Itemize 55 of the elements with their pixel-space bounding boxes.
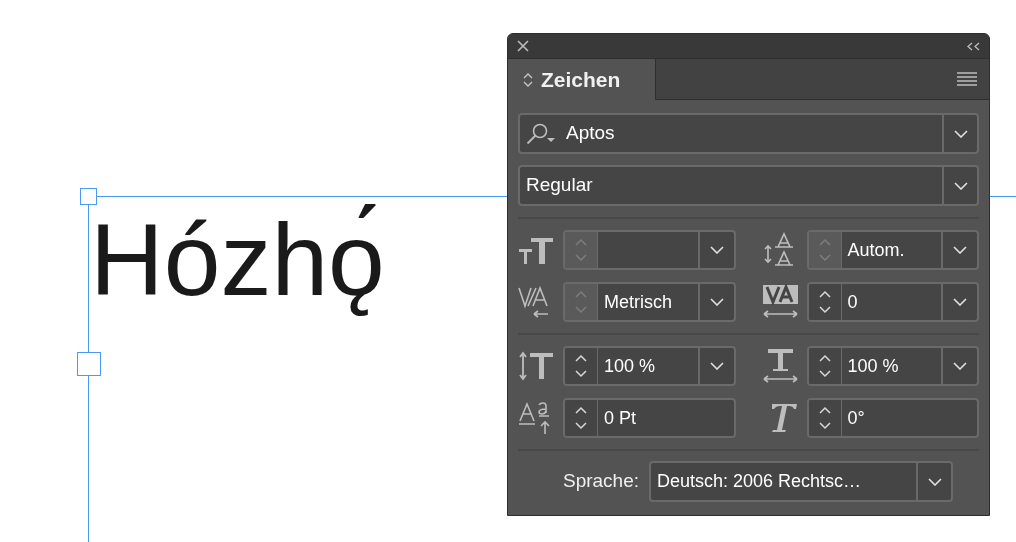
font-size-icon [518,235,555,265]
field-value: Aptos [566,121,615,146]
stepper-arrows-icon [574,405,588,431]
chevron-down-icon [709,246,724,254]
expand-collapse-icon [523,71,533,88]
menu-icon[interactable] [957,72,977,86]
tracking-icon [761,284,799,320]
font-family-dropdown[interactable]: Aptos [518,113,979,154]
field-value: Metrisch [604,290,672,314]
stepper-arrows-icon [574,353,588,379]
vertical-scale-icon [518,350,555,382]
search-icon [526,122,556,145]
chevron-down-icon [953,362,967,370]
font-style-dropdown[interactable]: Regular [518,165,979,206]
language-label: Sprache: [562,469,639,494]
field-value: 100 % [847,354,899,378]
chevron-down-icon [953,129,968,138]
chevron-down-icon [953,181,968,190]
stepper-button[interactable] [565,400,598,436]
language-dropdown[interactable]: Deutsch: 2006 Rechtsc… [649,461,953,502]
stepper-arrows-icon [817,237,832,263]
number-field[interactable]: 100 % [563,346,736,386]
frame-handle[interactable] [80,188,97,205]
stepper-button[interactable] [808,348,842,384]
field-value: Deutsch: 2006 Rechtsc… [657,470,862,493]
number-field[interactable]: 100 % [806,346,979,386]
stepper-button[interactable] [808,400,842,436]
chevron-down-icon [709,362,724,370]
stepper-arrows-icon [817,405,832,431]
field-value: 100 % [604,354,656,378]
field-value: 0 [847,290,858,314]
collapse-icon[interactable] [967,41,980,51]
chevron-down-icon [709,298,724,306]
chevron-down-icon [953,246,967,254]
field-value: Autom. [847,238,905,262]
stepper-arrows-icon [574,289,588,315]
number-field[interactable] [563,230,736,270]
stepper-arrows-icon [817,289,832,315]
stepper-arrows-icon [574,237,588,263]
stepper-button[interactable] [808,284,842,320]
field-value: 0° [847,406,865,430]
chevron-down-icon [953,298,967,306]
close-icon[interactable] [517,40,529,52]
number-field[interactable]: 0 Pt [563,398,736,438]
field-value: Regular [526,173,593,198]
number-field[interactable]: 0° [806,398,979,438]
horizontal-scale-icon [761,348,799,384]
field-value: 0 Pt [604,406,637,430]
stepper-arrows-icon [817,353,832,379]
canvas-text: Hózhǫ́ [90,204,385,317]
chevron-down-icon [927,477,942,486]
number-field[interactable]: 0 [806,282,979,322]
stepper-button[interactable] [565,348,598,384]
panel-tab[interactable]: Zeichen [508,59,656,100]
frame-handle[interactable] [77,352,101,376]
